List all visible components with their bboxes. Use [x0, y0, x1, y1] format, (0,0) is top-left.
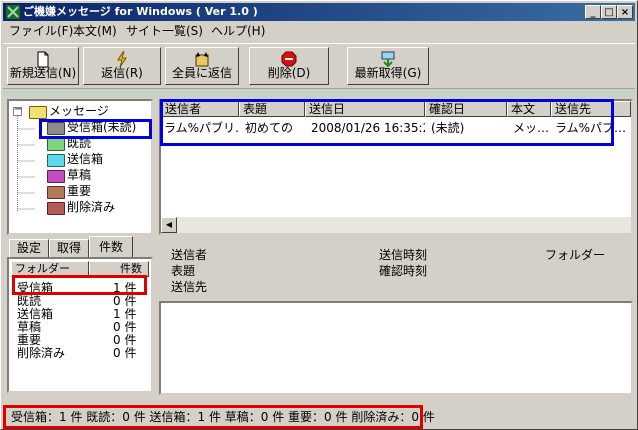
- tree-item-label: メッセージ: [49, 104, 109, 118]
- minimize-button[interactable]: _: [585, 5, 601, 19]
- reply-all-label: 全員に返信: [171, 66, 232, 80]
- detail-sender-label: 送信者: [171, 248, 208, 262]
- tree-item-label: 削除済み: [67, 200, 116, 214]
- highlight-inbox: [39, 119, 152, 139]
- tab-count[interactable]: 件数: [89, 236, 133, 258]
- close-button[interactable]: ×: [617, 5, 633, 19]
- tree-collapse-toggle[interactable]: −: [14, 104, 22, 116]
- close-icon: ×: [620, 7, 630, 18]
- app-icon: [6, 5, 20, 19]
- menu-site-list[interactable]: サイト一覧(S): [126, 24, 203, 39]
- reply-label: 返信(R): [101, 66, 143, 80]
- menu-help[interactable]: ヘルプ(H): [211, 24, 265, 39]
- left-arrow-icon: ◀: [165, 220, 173, 229]
- tab-fetch[interactable]: 取得: [49, 239, 89, 257]
- tree-item-label: 重要: [67, 184, 92, 198]
- count-value: 0 件: [113, 346, 137, 360]
- detail-subject-label: 表題: [171, 264, 196, 278]
- detail-sent-time-label: 送信時刻: [379, 248, 428, 262]
- window-title: ご機嫌メッセージ for Windows ( Ver 1.0 ): [23, 5, 258, 18]
- fetch-latest-button[interactable]: 最新取得(G): [347, 47, 429, 85]
- new-send-button[interactable]: 新規送信(N): [7, 47, 79, 85]
- tab-settings[interactable]: 設定: [9, 239, 49, 257]
- detail-recipient-label: 送信先: [171, 280, 208, 294]
- maximize-icon: □: [604, 7, 614, 18]
- delete-button[interactable]: 削除(D): [249, 47, 329, 85]
- message-body[interactable]: [159, 301, 633, 395]
- reply-all-button[interactable]: 全員に返信: [165, 47, 239, 85]
- highlight-status-bar: [3, 405, 423, 429]
- delete-label: 削除(D): [267, 66, 311, 80]
- folder-icon: [47, 154, 65, 167]
- folder-icon: [47, 202, 65, 215]
- title-bar[interactable]: ご機嫌メッセージ for Windows ( Ver 1.0 ) _ □ ×: [3, 3, 635, 21]
- horizontal-scrollbar[interactable]: ◀: [161, 217, 631, 233]
- message-details: 送信者 表題 送信先 送信時刻 確認時刻 フォルダー: [159, 239, 633, 299]
- progress-strip: [3, 88, 635, 97]
- menu-body[interactable]: 本文(M): [73, 24, 117, 39]
- tree-item-label: 送信箱: [67, 152, 104, 166]
- tree-item-label: 草稿: [67, 168, 92, 182]
- menu-file[interactable]: ファイル(F): [9, 24, 73, 39]
- maximize-button[interactable]: □: [601, 5, 617, 19]
- folder-icon: [47, 138, 65, 151]
- app-window: ご機嫌メッセージ for Windows ( Ver 1.0 ) _ □ × フ…: [0, 0, 638, 430]
- menu-bar: ファイル(F) 本文(M) サイト一覧(S) ヘルプ(H): [3, 22, 635, 41]
- fetch-latest-label: 最新取得(G): [354, 66, 422, 80]
- scroll-left-button[interactable]: ◀: [161, 217, 177, 233]
- count-folder: 削除済み: [17, 346, 66, 360]
- minimize-icon: _: [590, 7, 596, 18]
- highlight-inbox-count: [12, 275, 147, 295]
- folder-icon: [47, 170, 65, 183]
- folder-icon: [29, 106, 47, 119]
- folder-icon: [47, 186, 65, 199]
- reply-button[interactable]: 返信(R): [83, 47, 161, 85]
- highlight-message-row: [160, 99, 614, 146]
- new-send-label: 新規送信(N): [9, 66, 77, 80]
- toolbar: 新規送信(N) 返信(R) 全員に返信 削除(D) 最新取得(G): [3, 43, 635, 88]
- detail-confirm-time-label: 確認時刻: [379, 264, 428, 278]
- detail-folder-label: フォルダー: [545, 248, 606, 262]
